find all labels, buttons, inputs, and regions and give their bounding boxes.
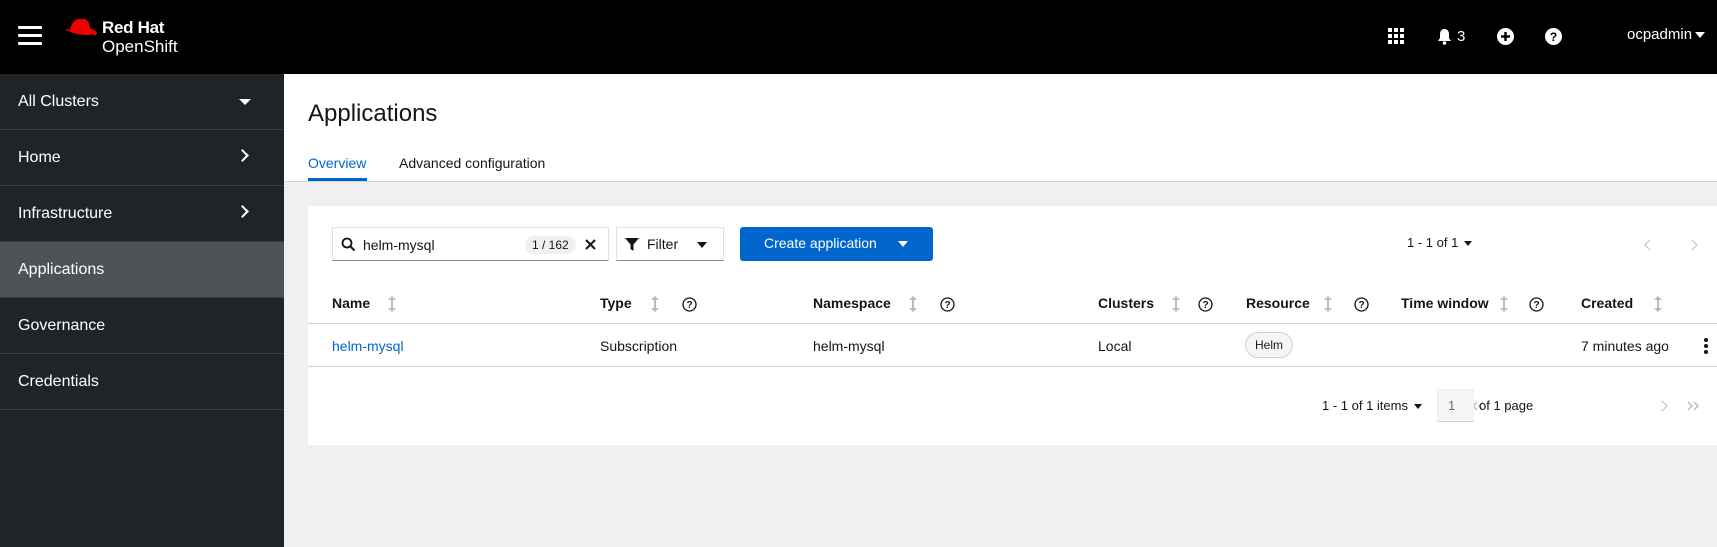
sidebar-item-label: All Clusters xyxy=(18,93,99,110)
total-pages-label: of 1 page xyxy=(1479,398,1534,413)
sort-icon[interactable] xyxy=(1172,296,1180,312)
column-header-type[interactable]: Type ? xyxy=(600,295,710,315)
caret-down-icon xyxy=(1464,241,1473,247)
cell-created: 7 minutes ago xyxy=(1581,338,1669,354)
column-header-name[interactable]: Name xyxy=(332,295,422,315)
tab-advanced-configuration[interactable]: Advanced configuration xyxy=(399,155,545,171)
redhat-fedora-icon xyxy=(66,18,97,37)
sidebar-item-label: Infrastructure xyxy=(18,205,113,222)
sidebar-item-infrastructure[interactable]: Infrastructure xyxy=(0,186,284,242)
table-row: helm-mysql Subscription helm-mysql Local… xyxy=(308,324,1717,367)
pagination-summary: 1 - 1 of 1 xyxy=(1407,235,1459,250)
help-question-circle-icon[interactable]: ? xyxy=(1354,297,1369,312)
applications-card: 1 / 162 Filter Create application 1 - 1 … xyxy=(308,206,1717,445)
sidebar-item-label: Home xyxy=(18,149,61,166)
tab-overview[interactable]: Overview xyxy=(308,155,366,171)
chevron-right-icon xyxy=(236,149,249,162)
cell-clusters: Local xyxy=(1098,338,1132,354)
column-header-clusters[interactable]: Clusters ? xyxy=(1098,295,1228,315)
add-plus-circle-icon[interactable] xyxy=(1497,24,1514,48)
cell-namespace: helm-mysql xyxy=(813,338,885,354)
sidebar-item-home[interactable]: Home xyxy=(0,130,284,186)
svg-text:?: ? xyxy=(1550,30,1557,44)
sort-icon[interactable] xyxy=(1324,296,1332,312)
caret-down-icon xyxy=(1695,32,1706,39)
clear-search-close-icon[interactable] xyxy=(583,235,599,253)
sidebar: All Clusters Home Infrastructure Applica… xyxy=(0,74,284,547)
help-question-circle-icon[interactable]: ? xyxy=(1529,297,1544,312)
search-box: 1 / 162 xyxy=(332,227,609,261)
search-result-count-badge: 1 / 162 xyxy=(525,236,576,254)
items-summary: 1 - 1 of 1 items xyxy=(1322,398,1408,413)
cell-type: Subscription xyxy=(600,338,678,354)
filter-dropdown[interactable]: Filter xyxy=(616,227,724,261)
app-launcher-grid-icon[interactable] xyxy=(1388,24,1404,48)
sort-icon[interactable] xyxy=(388,296,396,312)
resource-type-chip: Helm xyxy=(1245,332,1294,358)
active-tab-indicator xyxy=(308,178,367,181)
sidebar-item-label: Applications xyxy=(18,261,105,278)
sort-icon[interactable] xyxy=(909,296,917,312)
bell-icon xyxy=(1438,28,1451,45)
svg-text:?: ? xyxy=(1358,300,1364,311)
caret-down-icon xyxy=(1413,404,1422,410)
help-question-circle-icon[interactable]: ? xyxy=(940,297,955,312)
help-question-circle-icon[interactable]: ? xyxy=(682,297,697,312)
search-icon xyxy=(341,237,356,252)
sidebar-item-credentials[interactable]: Credentials xyxy=(0,354,284,410)
caret-down-icon xyxy=(898,241,908,247)
notification-count: 3 xyxy=(1457,27,1466,45)
svg-text:?: ? xyxy=(686,300,692,311)
chevron-right-icon xyxy=(236,205,249,218)
row-actions-kebab-icon[interactable] xyxy=(1703,337,1709,355)
help-question-circle-icon[interactable]: ? xyxy=(1198,297,1213,312)
current-page-input[interactable] xyxy=(1437,389,1474,422)
last-page-icon[interactable] xyxy=(1684,401,1700,411)
pagination-summary-toggle[interactable]: 1 - 1 of 1 xyxy=(1407,235,1473,250)
create-application-label: Create application xyxy=(764,235,877,251)
brand-line1: Red Hat xyxy=(102,18,165,37)
sort-icon[interactable] xyxy=(651,296,659,312)
hamburger-menu-icon[interactable] xyxy=(18,26,42,46)
sidebar-item-label: Governance xyxy=(18,317,106,334)
user-menu[interactable]: ocpadmin xyxy=(1627,26,1706,43)
column-header-resource[interactable]: Resource ? xyxy=(1246,295,1376,315)
masthead: Red Hat OpenShift 3 ? ocpadmin xyxy=(0,0,1717,74)
sidebar-item-label: Credentials xyxy=(18,373,99,390)
column-header-namespace[interactable]: Namespace ? xyxy=(813,295,963,315)
sort-icon[interactable] xyxy=(1654,296,1662,312)
redhat-openshift-logo[interactable]: Red Hat OpenShift xyxy=(64,16,204,58)
page-title: Applications xyxy=(308,100,438,127)
application-name-link[interactable]: helm-mysql xyxy=(332,338,404,354)
column-header-created[interactable]: Created xyxy=(1581,295,1671,315)
sort-icon[interactable] xyxy=(1500,296,1508,312)
svg-text:?: ? xyxy=(1533,300,1539,311)
brand-line2: OpenShift xyxy=(102,37,178,56)
svg-text:?: ? xyxy=(944,300,950,311)
caret-down-icon xyxy=(239,99,251,105)
help-question-circle-icon[interactable]: ? xyxy=(1545,24,1562,48)
filter-funnel-icon xyxy=(625,238,639,251)
create-application-button[interactable]: Create application xyxy=(740,227,933,261)
sidebar-item-all-clusters[interactable]: All Clusters xyxy=(0,74,284,130)
sidebar-item-governance[interactable]: Governance xyxy=(0,298,284,354)
page-header: Applications Overview Advanced configura… xyxy=(284,74,1717,182)
search-input[interactable] xyxy=(363,235,523,255)
filter-label: Filter xyxy=(647,236,679,252)
items-per-page-toggle[interactable]: 1 - 1 of 1 items xyxy=(1322,398,1422,413)
column-header-time-window[interactable]: Time window ? xyxy=(1401,295,1551,315)
user-name: ocpadmin xyxy=(1627,26,1693,43)
svg-text:?: ? xyxy=(1202,300,1208,311)
notifications-button[interactable]: 3 xyxy=(1437,24,1465,48)
caret-down-icon xyxy=(697,242,707,248)
next-page-icon[interactable] xyxy=(1656,400,1668,412)
next-page-icon[interactable] xyxy=(1686,239,1698,251)
previous-page-icon[interactable] xyxy=(1644,239,1656,251)
sidebar-item-applications[interactable]: Applications xyxy=(0,242,284,298)
